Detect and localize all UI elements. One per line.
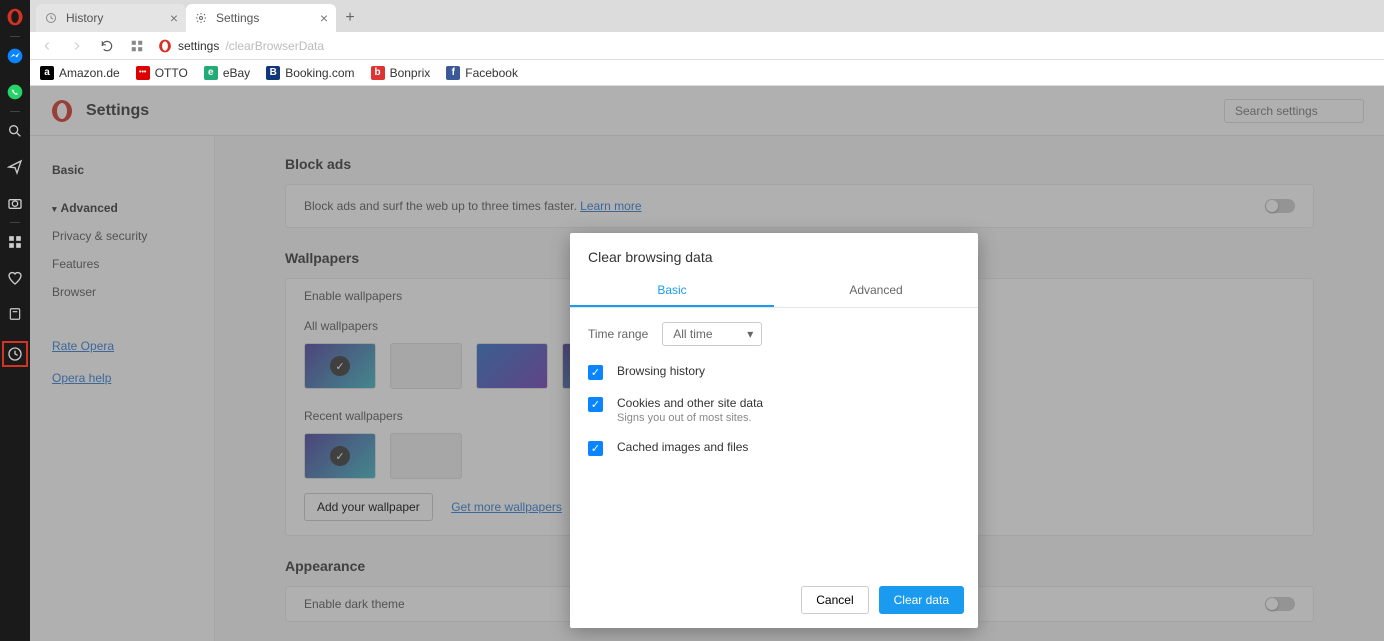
send-icon[interactable] (6, 158, 24, 176)
checkbox[interactable]: ✓ (588, 397, 603, 412)
checkbox-browsing-history: ✓ Browsing history (588, 364, 960, 380)
favicon-icon: f (446, 66, 460, 80)
toolbar: settings/clearBrowserData (30, 32, 1384, 60)
bookmark-bonprix[interactable]: bBonprix (371, 66, 431, 80)
tab-strip: History × Settings × + (30, 0, 1384, 32)
tab-history[interactable]: History × (36, 4, 186, 32)
favicon-icon: e (204, 66, 218, 80)
grid-icon[interactable] (6, 233, 24, 251)
checkbox-cache: ✓ Cached images and files (588, 440, 960, 456)
favicon-icon: ••• (136, 66, 150, 80)
bookmark-booking[interactable]: BBooking.com (266, 66, 354, 80)
dialog-tabs: Basic Advanced (570, 275, 978, 308)
dialog-tab-basic[interactable]: Basic (570, 275, 774, 307)
favicon-icon: a (40, 66, 54, 80)
cancel-button[interactable]: Cancel (801, 586, 868, 614)
time-range-row: Time range All time (588, 322, 960, 346)
tab-settings[interactable]: Settings × (186, 4, 336, 32)
bookmark-icon[interactable] (6, 305, 24, 323)
checkbox[interactable]: ✓ (588, 441, 603, 456)
checkbox-label: Browsing history (617, 364, 705, 378)
extensions-icon[interactable] (128, 37, 146, 55)
dialog-actions: Cancel Clear data (570, 576, 978, 614)
side-rail (0, 0, 30, 641)
checkbox-label: Cached images and files (617, 440, 748, 454)
checkbox-cookies: ✓ Cookies and other site data Signs you … (588, 396, 960, 424)
divider (10, 36, 20, 37)
address-base: settings (178, 39, 219, 53)
divider (10, 111, 20, 112)
time-range-label: Time range (588, 327, 648, 341)
search-icon[interactable] (6, 122, 24, 140)
checkbox[interactable]: ✓ (588, 365, 603, 380)
history-icon-highlighted[interactable] (2, 341, 28, 367)
heart-icon[interactable] (6, 269, 24, 287)
bookmark-ebay[interactable]: eeBay (204, 66, 250, 80)
checkbox-sublabel: Signs you out of most sites. (617, 412, 763, 424)
favicon-icon: b (371, 66, 385, 80)
whatsapp-icon[interactable] (6, 83, 24, 101)
new-tab-button[interactable]: + (336, 4, 364, 32)
favicon-icon: B (266, 66, 280, 80)
back-button[interactable] (38, 37, 56, 55)
forward-button[interactable] (68, 37, 86, 55)
opera-favicon-icon (158, 39, 172, 53)
reload-button[interactable] (98, 37, 116, 55)
time-range-select[interactable]: All time (662, 322, 762, 346)
clear-browsing-data-dialog: Clear browsing data Basic Advanced Time … (570, 233, 978, 628)
tab-label: Settings (216, 11, 259, 25)
bookmark-amazon[interactable]: aAmazon.de (40, 66, 120, 80)
checkbox-label: Cookies and other site data (617, 396, 763, 410)
tab-label: History (66, 11, 103, 25)
dialog-body: Time range All time ✓ Browsing history ✓… (570, 308, 978, 486)
close-icon[interactable]: × (320, 11, 328, 25)
camera-icon[interactable] (6, 194, 24, 212)
messenger-icon[interactable] (6, 47, 24, 65)
dialog-title: Clear browsing data (570, 233, 978, 275)
address-bar[interactable]: settings/clearBrowserData (158, 39, 1376, 53)
bookmark-facebook[interactable]: fFacebook (446, 66, 518, 80)
close-icon[interactable]: × (170, 11, 178, 25)
bookmark-otto[interactable]: •••OTTO (136, 66, 188, 80)
divider (10, 222, 20, 223)
bookmarks-bar: aAmazon.de •••OTTO eeBay BBooking.com bB… (30, 60, 1384, 86)
dialog-tab-advanced[interactable]: Advanced (774, 275, 978, 307)
history-tab-icon (44, 11, 58, 25)
gear-icon (194, 11, 208, 25)
opera-icon[interactable] (6, 8, 24, 26)
clear-data-button[interactable]: Clear data (879, 586, 964, 614)
address-path: /clearBrowserData (225, 39, 324, 53)
